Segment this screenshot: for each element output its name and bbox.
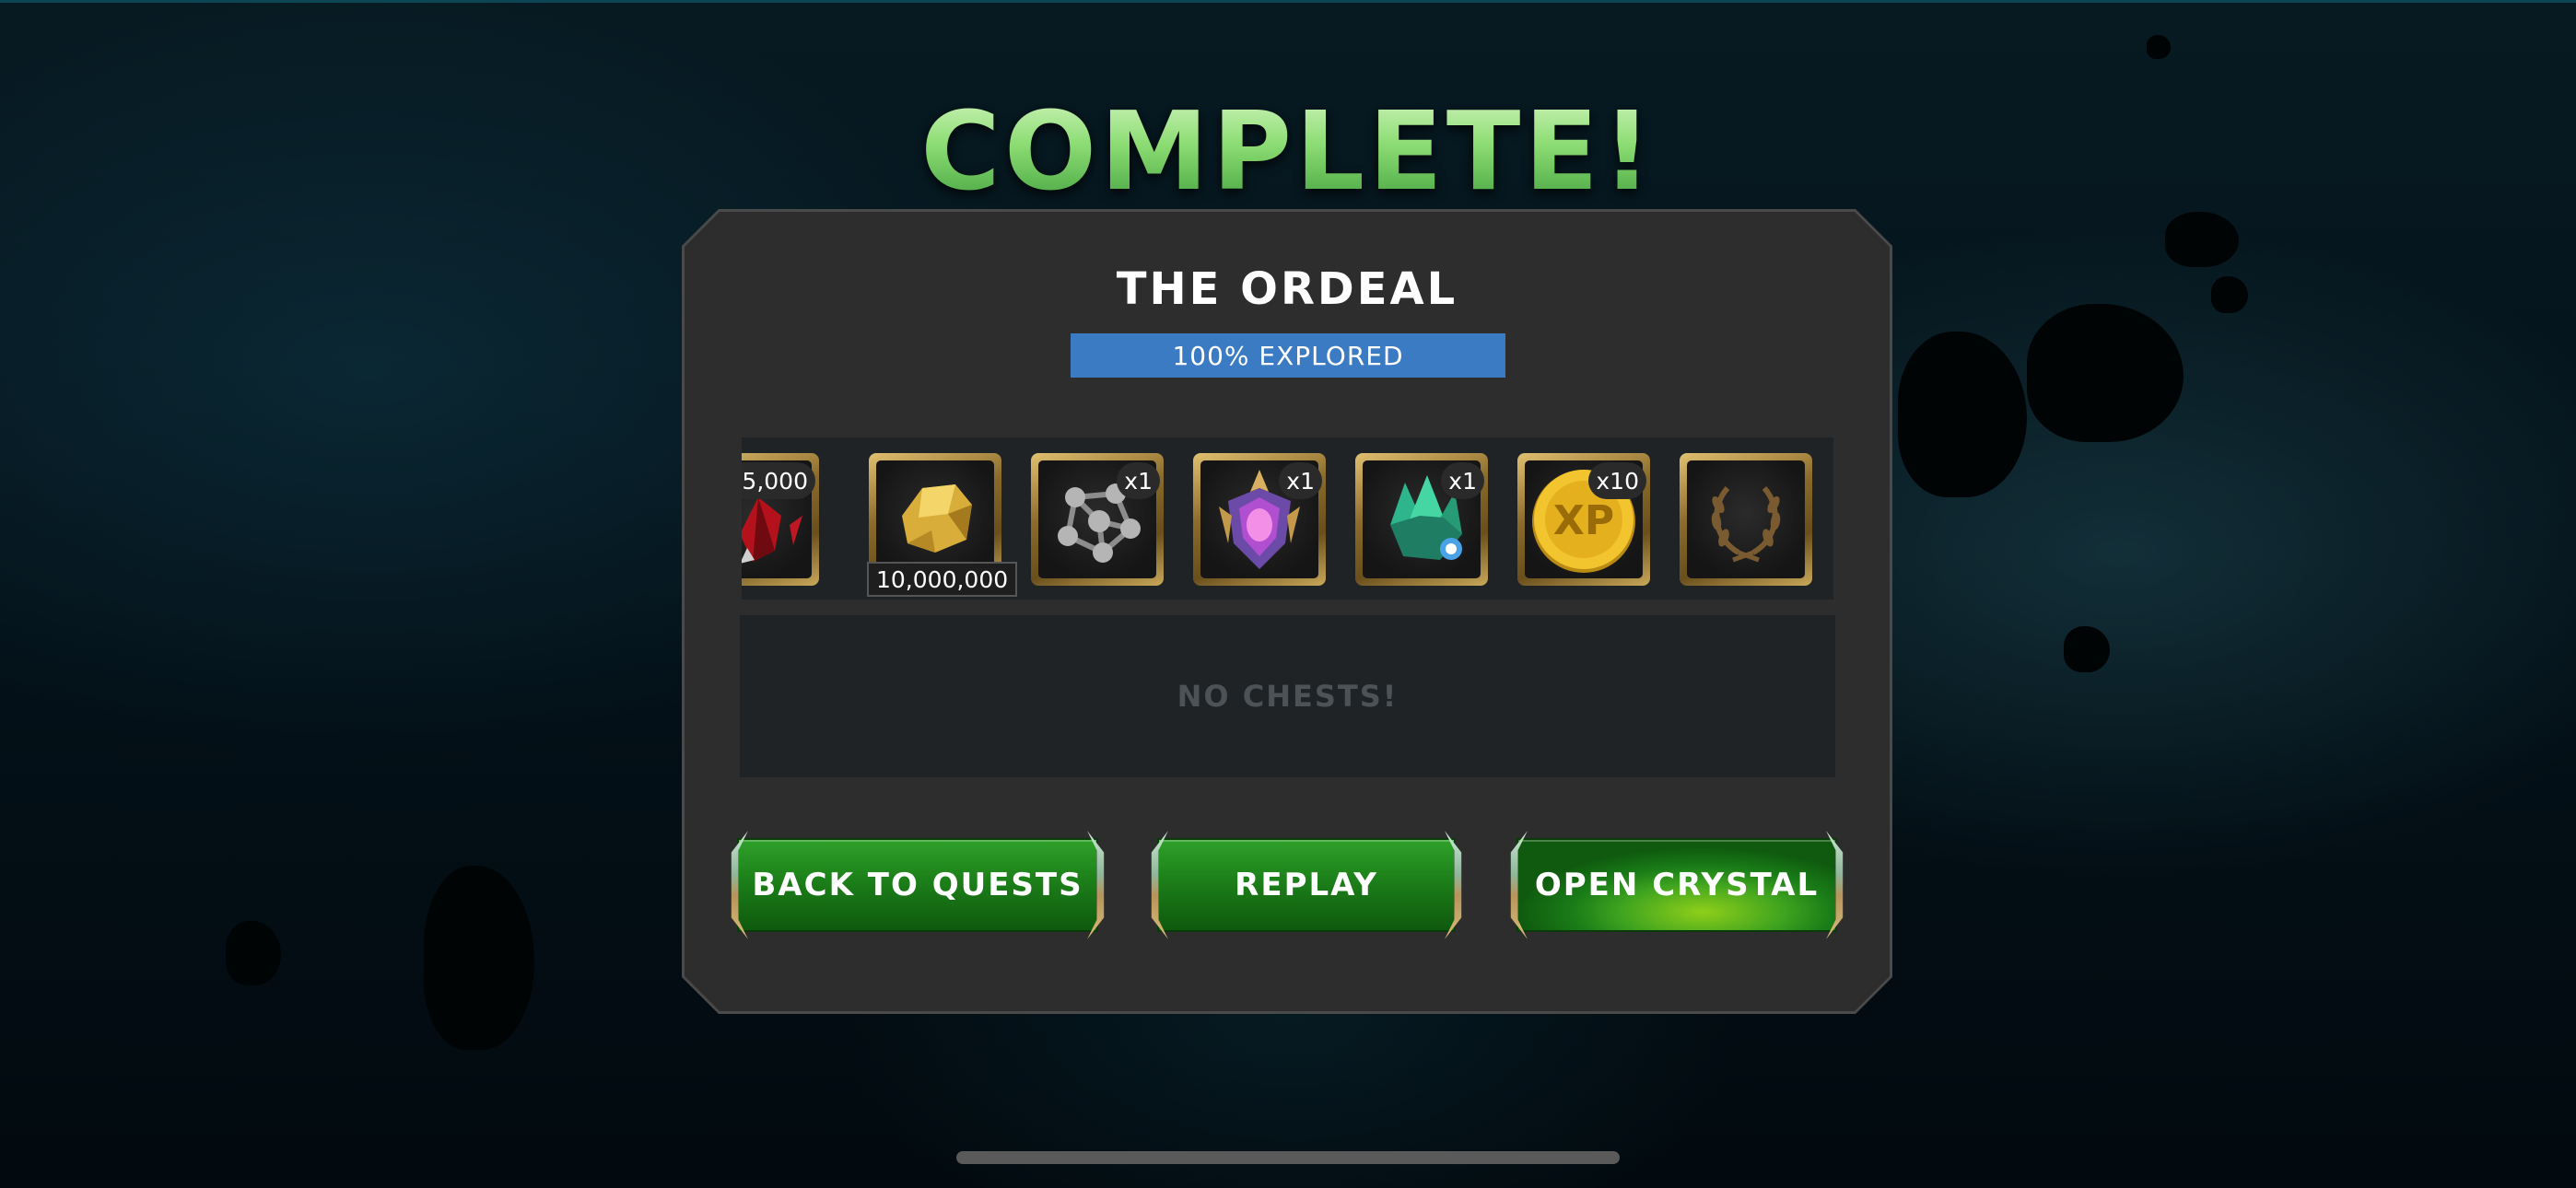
- top-edge-line: [0, 0, 2576, 3]
- reward-quantity-badge: x1: [1117, 462, 1160, 499]
- reward-quantity-badge: x1: [1279, 462, 1322, 499]
- no-chests-text: NO CHESTS!: [1177, 679, 1399, 714]
- chests-area: NO CHESTS!: [740, 615, 1835, 777]
- asteroid: [2064, 626, 2110, 672]
- replay-button[interactable]: REPLAY: [1144, 831, 1469, 939]
- complete-title: COMPLETE!: [0, 87, 2576, 215]
- rewards-strip[interactable]: x5,000 10,000,000: [742, 437, 1833, 600]
- quest-name: THE ORDEAL: [1116, 263, 1458, 315]
- back-to-quests-label: BACK TO QUESTS: [737, 838, 1098, 932]
- laurel-wreath-icon: [1687, 460, 1805, 578]
- gold-nugget-icon: [876, 460, 994, 578]
- reward-amount-tag: 10,000,000: [867, 562, 1018, 597]
- reward-item[interactable]: x1: [1031, 453, 1164, 586]
- asteroid: [226, 921, 281, 985]
- reward-quantity-badge: x5,000: [742, 462, 815, 499]
- asteroid: [2211, 276, 2248, 313]
- svg-text:XP: XP: [1553, 497, 1614, 544]
- asteroid: [2165, 212, 2239, 267]
- asteroid: [2147, 35, 2171, 59]
- reward-quantity-badge: x10: [1588, 462, 1646, 499]
- reward-item[interactable]: XP x10: [1517, 453, 1650, 586]
- reward-item[interactable]: [1680, 453, 1812, 586]
- reward-item[interactable]: x1: [1193, 453, 1326, 586]
- reward-item[interactable]: 10,000,000: [867, 453, 1018, 597]
- replay-label: REPLAY: [1157, 838, 1456, 932]
- reward-quantity-badge: x1: [1441, 462, 1484, 499]
- home-indicator[interactable]: [956, 1151, 1620, 1164]
- reward-item[interactable]: x1: [1355, 453, 1488, 586]
- open-crystal-button[interactable]: OPEN CRYSTAL: [1504, 831, 1850, 939]
- reward-item[interactable]: x5,000: [742, 453, 819, 586]
- back-to-quests-button[interactable]: BACK TO QUESTS: [724, 831, 1111, 939]
- explored-progress-bar: 100% EXPLORED: [1071, 333, 1505, 378]
- open-crystal-label: OPEN CRYSTAL: [1516, 838, 1837, 932]
